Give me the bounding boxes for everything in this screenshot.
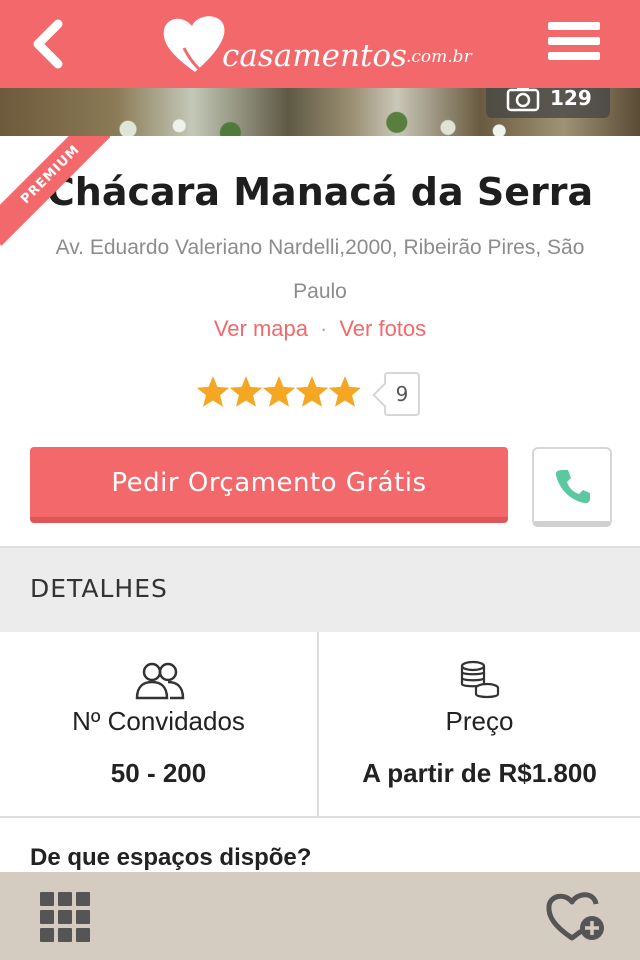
star-icon — [196, 376, 230, 407]
camera-icon — [506, 86, 540, 112]
grid-cell — [40, 910, 54, 924]
grid-cell — [58, 928, 72, 942]
view-map-link[interactable]: Ver mapa — [214, 316, 308, 341]
grid-icon[interactable] — [40, 892, 90, 942]
photo-count-badge[interactable]: 129 — [486, 86, 610, 118]
view-photos-link[interactable]: Ver fotos — [339, 316, 426, 341]
back-button[interactable] — [26, 16, 76, 72]
call-button[interactable] — [532, 447, 612, 527]
guests-icon — [135, 662, 185, 700]
heart-plus-icon — [546, 892, 604, 941]
rating-stars — [196, 376, 360, 407]
hamburger-menu-icon[interactable] — [548, 22, 600, 66]
grid-cell — [58, 892, 72, 906]
price-label: Preço — [445, 706, 514, 736]
heart-logo-icon — [163, 16, 225, 72]
grid-cell — [40, 928, 54, 942]
details-heading: DETALHES — [30, 574, 168, 603]
guests-value: 50 - 200 — [110, 758, 207, 788]
photo-count: 129 — [550, 86, 592, 110]
star-icon — [295, 376, 329, 407]
bottom-bar — [0, 872, 640, 960]
logo-text: casamentos — [222, 38, 407, 74]
grid-cell — [76, 892, 90, 906]
grid-cell — [58, 910, 72, 924]
star-icon — [328, 376, 360, 407]
review-count-bubble[interactable]: 9 — [384, 372, 420, 416]
grid-cell — [76, 910, 90, 924]
premium-ribbon: PREMIUM — [0, 136, 110, 246]
add-favorite-button[interactable] — [544, 886, 608, 946]
spaces-question: De que espaços dispõe? — [30, 844, 312, 871]
phone-icon — [555, 470, 590, 504]
top-bar: casamentos .com.br — [0, 0, 640, 88]
link-separator: · — [320, 316, 328, 341]
venue-links: Ver mapa · Ver fotos — [0, 316, 640, 342]
star-icon — [262, 376, 296, 407]
coins-icon — [460, 660, 500, 699]
grid-cell — [40, 892, 54, 906]
guests-card: Nº Convidados 50 - 200 — [0, 632, 319, 818]
back-arrow-icon — [33, 19, 63, 69]
price-value: A partir de R$1.800 — [362, 758, 597, 788]
venue-address: Av. Eduardo Valeriano Nardelli,2000, Rib… — [55, 236, 585, 303]
star-icon — [229, 376, 263, 407]
logo-domain: .com.br — [406, 47, 472, 67]
guests-label: Nº Convidados — [72, 706, 245, 736]
price-card: Preço A partir de R$1.800 — [319, 632, 640, 818]
premium-badge: PREMIUM — [0, 136, 110, 246]
request-quote-button[interactable]: Pedir Orçamento Grátis — [30, 447, 508, 523]
logo[interactable]: casamentos .com.br — [160, 12, 490, 76]
grid-cell — [76, 928, 90, 942]
